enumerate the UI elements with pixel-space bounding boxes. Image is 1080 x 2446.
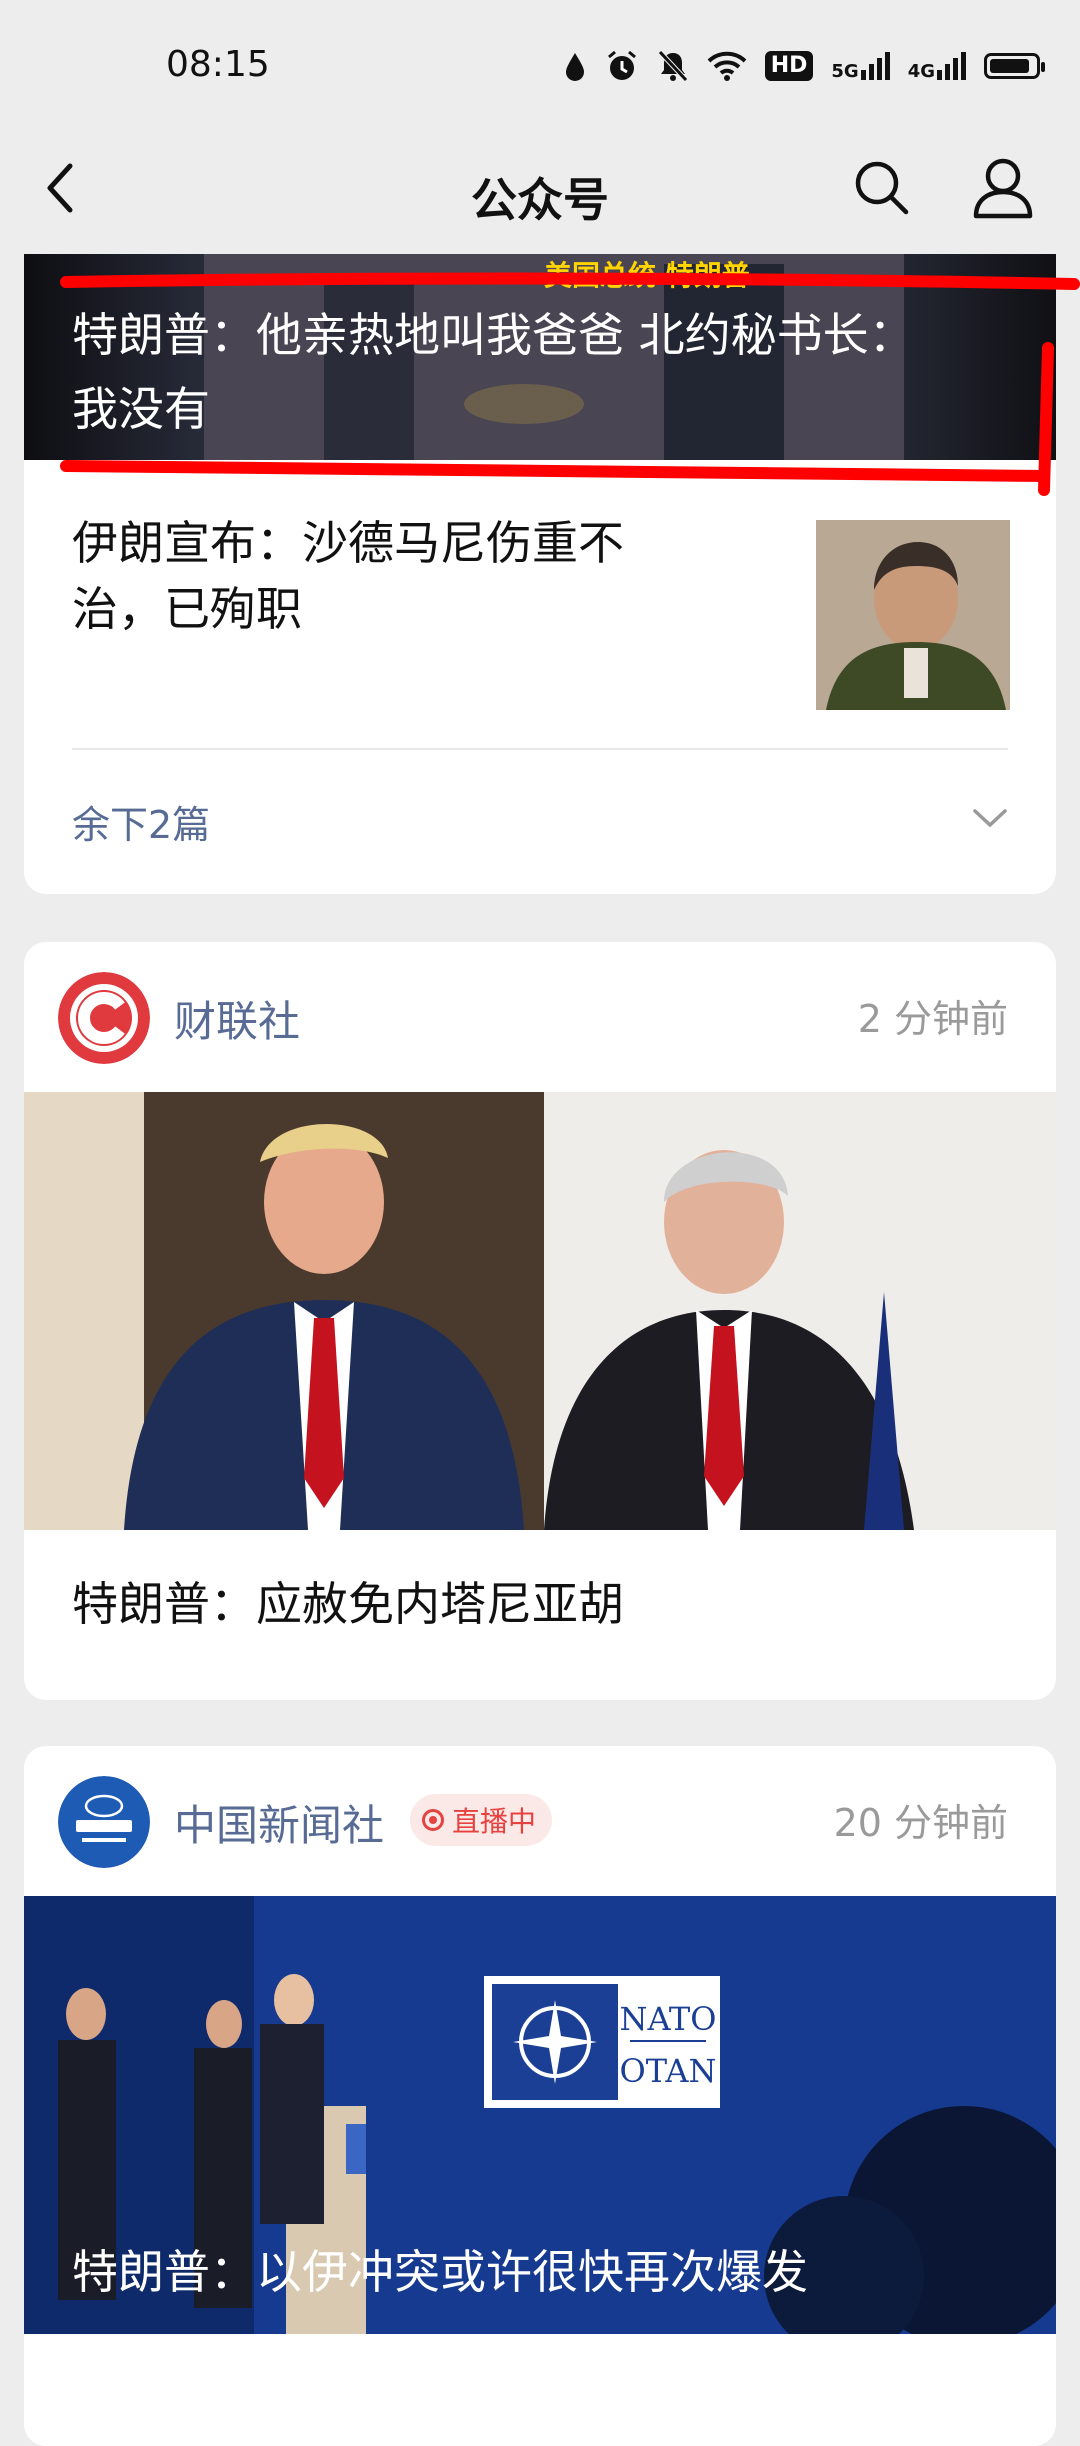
- nato-text: NATO: [620, 2000, 717, 2038]
- cailianshe-logo-icon: [58, 972, 150, 1064]
- article-title[interactable]: 伊朗宣布：沙德马尼伤重不治，已殉职: [72, 510, 712, 642]
- article-card[interactable]: 中国新闻社 直播中 20 分钟前 NATO OTAN 特朗普：以伊冲突或许很快再…: [24, 1746, 1056, 2446]
- mute-icon: [657, 50, 688, 82]
- search-icon[interactable]: [852, 158, 910, 216]
- alarm-icon: [607, 50, 636, 80]
- 4g-signal-icon: 4G: [907, 52, 966, 82]
- source-name[interactable]: 财联社: [174, 988, 300, 1049]
- live-icon: [422, 1809, 444, 1831]
- divider: [72, 748, 1008, 750]
- china-news-logo-icon: [58, 1776, 150, 1868]
- status-bar: 08:15 HD 5G 4G: [0, 0, 1080, 136]
- wifi-icon: [707, 51, 747, 81]
- live-badge[interactable]: 直播中: [410, 1794, 553, 1846]
- source-name[interactable]: 中国新闻社: [174, 1792, 384, 1853]
- battery-icon: [984, 53, 1045, 79]
- status-time: 08:15: [166, 44, 270, 85]
- article-image[interactable]: [24, 1092, 1056, 1530]
- hero-banner-text: 美国总统 特朗普: [544, 259, 750, 292]
- publish-time: 20 分钟前: [833, 1801, 1008, 1845]
- article-card[interactable]: 财联社 2 分钟前 特朗普：应赦免内塔尼亚胡: [24, 942, 1056, 1700]
- publish-time: 2 分钟前: [857, 997, 1008, 1041]
- 5g-label: 5G: [831, 61, 859, 82]
- 4g-label: 4G: [907, 61, 935, 82]
- article-thumbnail[interactable]: [816, 520, 1010, 710]
- water-drop-icon: [565, 53, 584, 81]
- hero-article[interactable]: 美国总统 特朗普 特朗普：他亲热地叫我爸爸 北约秘书长：我没有: [24, 254, 1056, 460]
- chevron-down-icon[interactable]: [972, 806, 1008, 830]
- article-title[interactable]: 特朗普：应赦免内塔尼亚胡: [72, 1568, 624, 1634]
- otan-text: OTAN: [620, 2052, 717, 2090]
- 5g-signal-icon: 5G: [831, 52, 890, 82]
- article-title[interactable]: 特朗普：以伊冲突或许很快再次爆发: [72, 2236, 808, 2302]
- hero-title: 特朗普：他亲热地叫我爸爸 北约秘书长：我没有: [72, 308, 915, 436]
- live-label: 直播中: [452, 1805, 537, 1838]
- page-title: 公众号: [471, 173, 609, 227]
- nav-bar: 公众号: [0, 136, 1080, 252]
- status-icons: HD 5G 4G: [563, 44, 1045, 88]
- article-group-card: 美国总统 特朗普 特朗普：他亲热地叫我爸爸 北约秘书长：我没有 伊朗宣布：沙德马…: [24, 254, 1056, 894]
- article-image[interactable]: NATO OTAN 特朗普：以伊冲突或许很快再次爆发: [24, 1896, 1056, 2334]
- more-articles-toggle[interactable]: 余下2篇: [72, 794, 210, 849]
- hd-icon: HD: [764, 51, 814, 81]
- user-icon[interactable]: [970, 154, 1036, 220]
